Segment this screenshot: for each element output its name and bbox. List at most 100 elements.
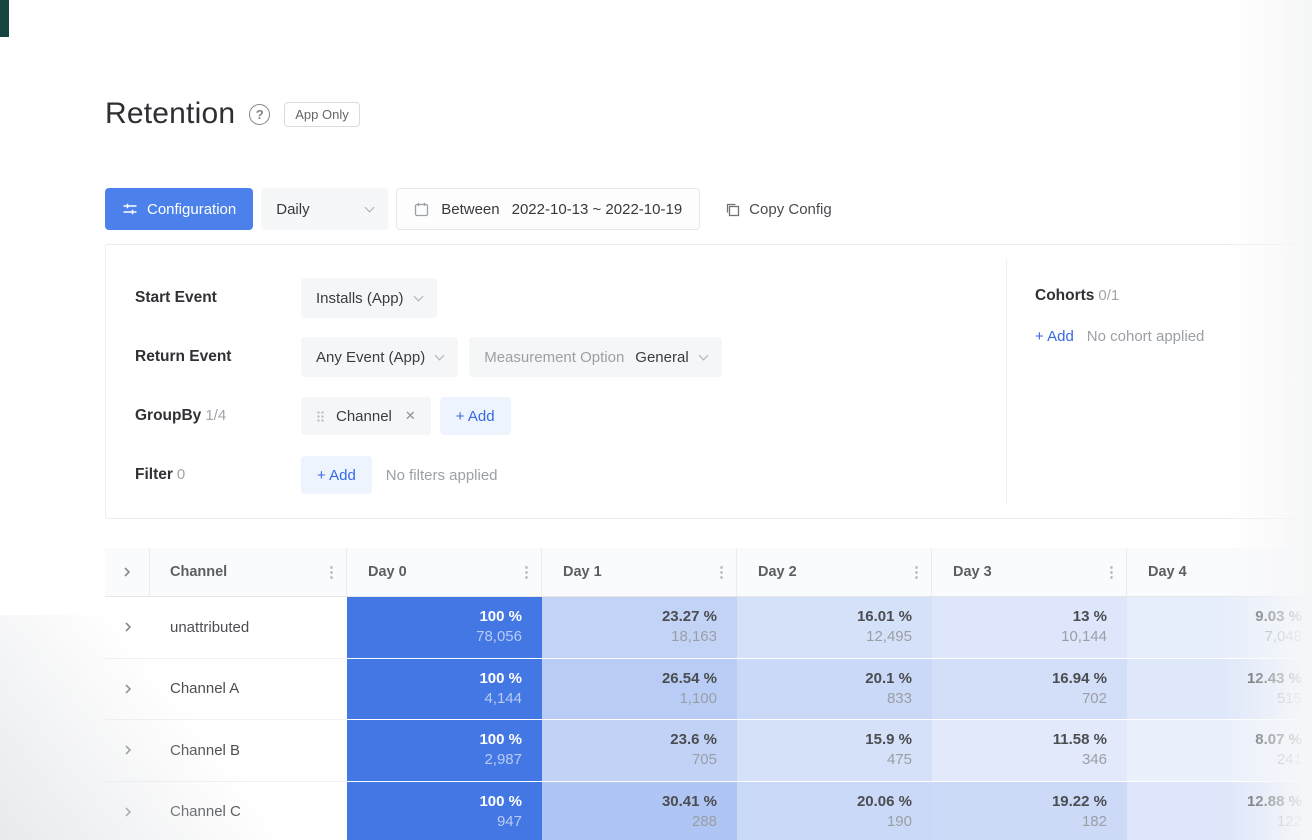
cohorts-section: Cohorts0/1 + Add No cohort applied <box>1035 287 1204 345</box>
kebab-menu-icon[interactable]: ⋮ <box>519 563 531 581</box>
retention-percentage: 100 % <box>479 730 522 750</box>
groupby-tag-label: Channel <box>336 408 392 425</box>
drag-handle-icon[interactable] <box>316 410 325 423</box>
page-title: Retention <box>105 97 235 131</box>
chevron-down-icon <box>413 292 423 302</box>
channel-cell: Channel A <box>150 659 347 721</box>
retention-percentage: 20.06 % <box>857 792 912 812</box>
retention-cell: 100 %78,056 <box>347 597 542 659</box>
retention-percentage: 12.88 % <box>1247 792 1302 812</box>
measurement-option-select[interactable]: Measurement Option General <box>469 337 721 377</box>
page-header: Retention ? App Only <box>105 97 360 131</box>
toolbar: Configuration Daily Between 2022-10-13 ~… <box>105 188 832 230</box>
kebab-menu-icon[interactable]: ⋮ <box>909 563 921 581</box>
measurement-option-label: Measurement Option <box>484 349 624 366</box>
row-expand-cell[interactable] <box>105 659 150 721</box>
retention-cell: 19.22 %182 <box>932 782 1127 840</box>
channel-cell: Channel B <box>150 720 347 782</box>
help-icon[interactable]: ? <box>249 104 270 125</box>
cohorts-empty-text: No cohort applied <box>1087 328 1205 345</box>
retention-cell: 26.54 %1,100 <box>542 659 737 721</box>
retention-percentage: 100 % <box>479 669 522 689</box>
start-event-select[interactable]: Installs (App) <box>301 278 437 318</box>
retention-count: 10,144 <box>1061 627 1107 647</box>
groupby-add-button[interactable]: + Add <box>440 397 511 435</box>
retention-cell: 16.01 %12,495 <box>737 597 932 659</box>
retention-count: 190 <box>887 812 912 832</box>
retention-cell: 100 %4,144 <box>347 659 542 721</box>
filter-add-button[interactable]: + Add <box>301 456 372 494</box>
retention-count: 4,144 <box>484 689 522 709</box>
row-expand-cell[interactable] <box>105 597 150 659</box>
kebab-menu-icon[interactable]: ⋮ <box>324 563 336 581</box>
start-event-row: Start Event Installs (App) <box>135 278 437 318</box>
retention-cell: 13 %10,144 <box>932 597 1127 659</box>
day-column-header: Day 1 ⋮ <box>542 548 737 596</box>
day-column-header-label: Day 0 <box>368 564 407 580</box>
day-column-header-label: Day 3 <box>953 564 992 580</box>
chevron-right-icon <box>122 806 134 818</box>
retention-count: 702 <box>1082 689 1107 709</box>
retention-count: 7,048 <box>1264 627 1302 647</box>
return-event-select[interactable]: Any Event (App) <box>301 337 458 377</box>
retention-cell: 20.06 %190 <box>737 782 932 840</box>
chevron-down-icon <box>435 351 445 361</box>
configuration-button-label: Configuration <box>147 201 236 218</box>
chevron-down-icon <box>698 351 708 361</box>
date-mode-label: Between <box>441 201 499 218</box>
remove-tag-icon[interactable]: ✕ <box>405 408 416 424</box>
groupby-tag-channel[interactable]: Channel ✕ <box>301 397 431 435</box>
retention-percentage: 12.43 % <box>1247 669 1302 689</box>
sliders-icon <box>122 201 138 217</box>
measurement-option-value: General <box>635 349 688 366</box>
retention-percentage: 15.9 % <box>865 730 912 750</box>
table-row: Channel B 100 %2,98723.6 %70515.9 %47511… <box>105 720 1312 782</box>
cohorts-add-button[interactable]: + Add <box>1035 328 1074 345</box>
expand-all-header[interactable] <box>105 548 150 596</box>
retention-count: 705 <box>692 750 717 770</box>
day-column-header-label: Day 1 <box>563 564 602 580</box>
kebab-menu-icon[interactable]: ⋮ <box>1299 563 1311 581</box>
kebab-menu-icon[interactable]: ⋮ <box>714 563 726 581</box>
retention-cell: 20.1 %833 <box>737 659 932 721</box>
groupby-label: GroupBy1/4 <box>135 407 301 425</box>
chevron-right-icon <box>122 744 134 756</box>
start-event-label: Start Event <box>135 289 301 307</box>
filter-count: 0 <box>177 466 185 483</box>
row-expand-cell[interactable] <box>105 720 150 782</box>
chevron-right-icon <box>122 683 134 695</box>
app-only-badge: App Only <box>284 102 359 127</box>
retention-count: 1,100 <box>679 689 717 709</box>
retention-count: 18,163 <box>671 627 717 647</box>
channel-cell-label: Channel C <box>170 803 241 820</box>
panel-divider <box>1006 260 1007 505</box>
table-row: unattributed 100 %78,05623.27 %18,16316.… <box>105 597 1312 659</box>
retention-cell: 15.9 %475 <box>737 720 932 782</box>
retention-percentage: 100 % <box>479 792 522 812</box>
kebab-menu-icon[interactable]: ⋮ <box>1104 563 1116 581</box>
retention-percentage: 100 % <box>479 607 522 627</box>
table-row: Channel A 100 %4,14426.54 %1,10020.1 %83… <box>105 659 1312 721</box>
sidebar-edge-mark <box>0 0 9 37</box>
granularity-select[interactable]: Daily <box>261 188 388 230</box>
channel-column-header: Channel ⋮ <box>150 548 347 596</box>
retention-count: 515 <box>1277 689 1302 709</box>
date-range-picker[interactable]: Between 2022-10-13 ~ 2022-10-19 <box>396 188 700 230</box>
retention-count: 2,987 <box>484 750 522 770</box>
retention-percentage: 19.22 % <box>1052 792 1107 812</box>
retention-percentage: 23.27 % <box>662 607 717 627</box>
copy-config-button[interactable]: Copy Config <box>725 201 832 218</box>
retention-percentage: 8.07 % <box>1255 730 1302 750</box>
table-row: Channel C 100 %94730.41 %28820.06 %19019… <box>105 782 1312 840</box>
copy-config-label: Copy Config <box>749 201 832 218</box>
return-event-label: Return Event <box>135 348 301 366</box>
retention-cell: 30.41 %288 <box>542 782 737 840</box>
row-expand-cell[interactable] <box>105 782 150 840</box>
configuration-button[interactable]: Configuration <box>105 188 253 230</box>
retention-percentage: 13 % <box>1073 607 1107 627</box>
chevron-down-icon <box>365 203 375 213</box>
return-event-row: Return Event Any Event (App) Measurement… <box>135 337 722 377</box>
retention-cell: 9.03 %7,048 <box>1127 597 1312 659</box>
retention-percentage: 20.1 % <box>865 669 912 689</box>
cohorts-label: Cohorts0/1 <box>1035 287 1204 305</box>
